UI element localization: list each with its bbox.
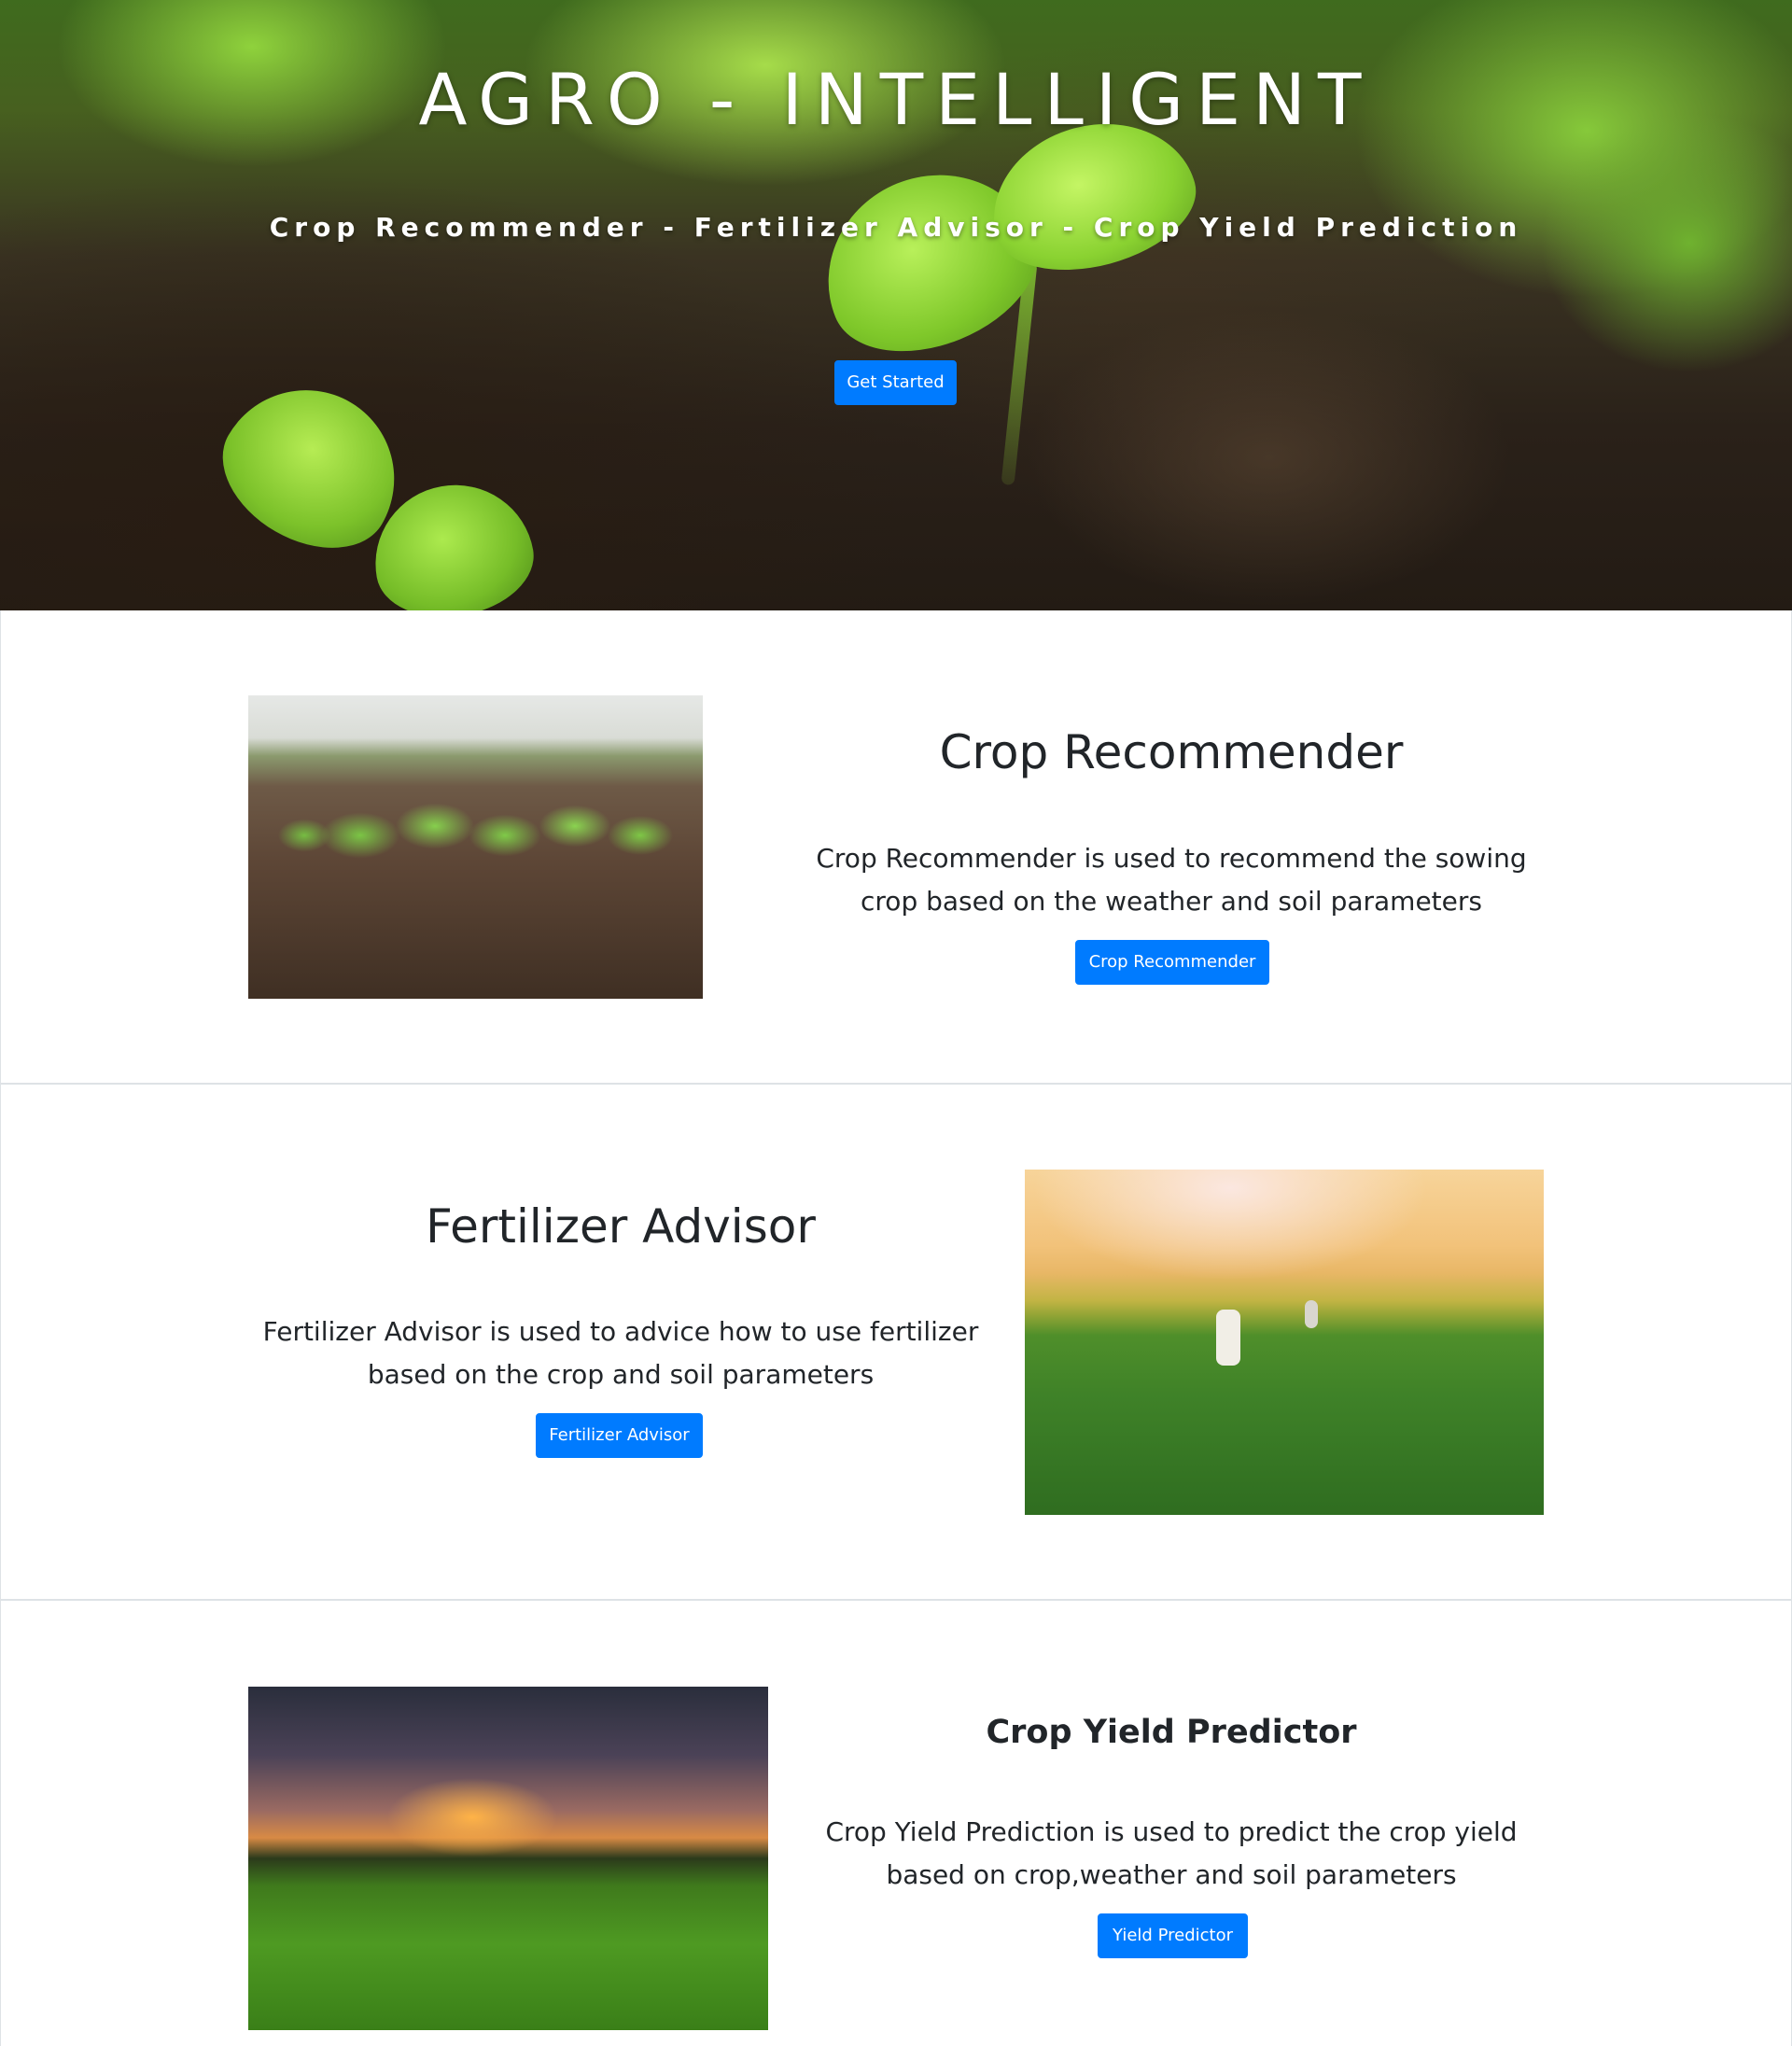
hero-title: AGRO - INTELLIGENT	[418, 58, 1374, 141]
feature-description: Crop Yield Prediction is used to predict…	[825, 1816, 1518, 1890]
farmer-figure	[1216, 1310, 1240, 1366]
feature-title: Fertilizer Advisor	[426, 1199, 816, 1254]
seedlings-in-soil-image	[248, 695, 703, 999]
get-started-button[interactable]: Get Started	[834, 360, 957, 405]
crop-recommender-button[interactable]: Crop Recommender	[1075, 940, 1269, 985]
green-field-at-sunset-image	[248, 1687, 768, 2030]
feature-description: Crop Recommender is used to recommend th…	[816, 843, 1527, 917]
feature-description: Fertilizer Advisor is used to advice how…	[262, 1316, 979, 1390]
hero-bg-soil	[1027, 308, 1512, 607]
yield-predictor-button[interactable]: Yield Predictor	[1098, 1913, 1248, 1958]
farmer-spreading-fertilizer-image	[1025, 1170, 1544, 1515]
farmer-figure	[1305, 1300, 1318, 1328]
hero-subtitle: Crop Recommender - Fertilizer Advisor - …	[269, 212, 1523, 243]
hero-banner: AGRO - INTELLIGENT Crop Recommender - Fe…	[0, 0, 1792, 610]
feature-title: Crop Recommender	[939, 725, 1404, 779]
feature-title: Crop Yield Predictor	[986, 1714, 1357, 1751]
fertilizer-advisor-button[interactable]: Fertilizer Advisor	[536, 1413, 703, 1458]
